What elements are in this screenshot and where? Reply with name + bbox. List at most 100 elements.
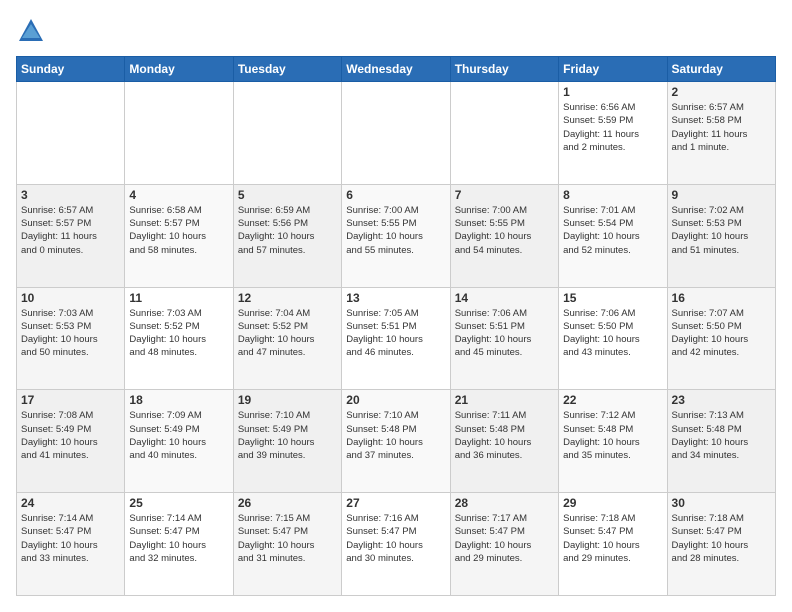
calendar-cell: 27 Sunrise: 7:16 AM Sunset: 5:47 PM Dayli… (342, 493, 450, 596)
calendar-cell: 14 Sunrise: 7:06 AM Sunset: 5:51 PM Dayli… (450, 287, 558, 390)
logo (16, 16, 50, 46)
day-number: 21 (455, 393, 554, 407)
calendar-cell (125, 82, 233, 185)
calendar-cell (17, 82, 125, 185)
calendar-cell: 25 Sunrise: 7:14 AM Sunset: 5:47 PM Dayli… (125, 493, 233, 596)
day-number: 5 (238, 188, 337, 202)
calendar-cell: 19 Sunrise: 7:10 AM Sunset: 5:49 PM Dayli… (233, 390, 341, 493)
calendar-cell: 18 Sunrise: 7:09 AM Sunset: 5:49 PM Dayli… (125, 390, 233, 493)
day-number: 8 (563, 188, 662, 202)
day-number: 13 (346, 291, 445, 305)
calendar-week-1: 1 Sunrise: 6:56 AM Sunset: 5:59 PM Daylig… (17, 82, 776, 185)
day-info: Sunrise: 6:58 AM Sunset: 5:57 PM Dayligh… (129, 204, 228, 257)
calendar-cell: 28 Sunrise: 7:17 AM Sunset: 5:47 PM Dayli… (450, 493, 558, 596)
calendar-cell: 7 Sunrise: 7:00 AM Sunset: 5:55 PM Daylig… (450, 184, 558, 287)
calendar-week-5: 24 Sunrise: 7:14 AM Sunset: 5:47 PM Dayli… (17, 493, 776, 596)
day-number: 7 (455, 188, 554, 202)
calendar-cell: 22 Sunrise: 7:12 AM Sunset: 5:48 PM Dayli… (559, 390, 667, 493)
day-info: Sunrise: 6:57 AM Sunset: 5:57 PM Dayligh… (21, 204, 120, 257)
day-number: 25 (129, 496, 228, 510)
day-number: 30 (672, 496, 771, 510)
logo-icon (16, 16, 46, 46)
weekday-header-sunday: Sunday (17, 57, 125, 82)
day-info: Sunrise: 6:56 AM Sunset: 5:59 PM Dayligh… (563, 101, 662, 154)
day-number: 18 (129, 393, 228, 407)
calendar-cell: 17 Sunrise: 7:08 AM Sunset: 5:49 PM Dayli… (17, 390, 125, 493)
day-number: 11 (129, 291, 228, 305)
calendar-cell: 1 Sunrise: 6:56 AM Sunset: 5:59 PM Daylig… (559, 82, 667, 185)
calendar-cell: 20 Sunrise: 7:10 AM Sunset: 5:48 PM Dayli… (342, 390, 450, 493)
calendar-cell: 3Sunrise: 6:57 AM Sunset: 5:57 PM Daylig… (17, 184, 125, 287)
day-info: Sunrise: 7:14 AM Sunset: 5:47 PM Dayligh… (129, 512, 228, 565)
calendar-cell: 23 Sunrise: 7:13 AM Sunset: 5:48 PM Dayli… (667, 390, 775, 493)
calendar-cell: 12Sunrise: 7:04 AM Sunset: 5:52 PM Dayli… (233, 287, 341, 390)
calendar-cell: 21 Sunrise: 7:11 AM Sunset: 5:48 PM Dayli… (450, 390, 558, 493)
day-number: 27 (346, 496, 445, 510)
calendar-cell: 6 Sunrise: 7:00 AM Sunset: 5:55 PM Daylig… (342, 184, 450, 287)
calendar-cell: 8 Sunrise: 7:01 AM Sunset: 5:54 PM Daylig… (559, 184, 667, 287)
weekday-header-wednesday: Wednesday (342, 57, 450, 82)
day-info: Sunrise: 7:10 AM Sunset: 5:49 PM Dayligh… (238, 409, 337, 462)
calendar-cell: 30 Sunrise: 7:18 AM Sunset: 5:47 PM Dayli… (667, 493, 775, 596)
day-number: 23 (672, 393, 771, 407)
day-number: 20 (346, 393, 445, 407)
day-number: 2 (672, 85, 771, 99)
day-info: Sunrise: 7:13 AM Sunset: 5:48 PM Dayligh… (672, 409, 771, 462)
page: SundayMondayTuesdayWednesdayThursdayFrid… (0, 0, 792, 612)
day-info: Sunrise: 7:11 AM Sunset: 5:48 PM Dayligh… (455, 409, 554, 462)
day-info: Sunrise: 6:59 AM Sunset: 5:56 PM Dayligh… (238, 204, 337, 257)
weekday-header-friday: Friday (559, 57, 667, 82)
day-info: Sunrise: 7:15 AM Sunset: 5:47 PM Dayligh… (238, 512, 337, 565)
calendar-cell: 11 Sunrise: 7:03 AM Sunset: 5:52 PM Dayli… (125, 287, 233, 390)
weekday-header-tuesday: Tuesday (233, 57, 341, 82)
calendar-cell: 26 Sunrise: 7:15 AM Sunset: 5:47 PM Dayli… (233, 493, 341, 596)
day-number: 17 (21, 393, 120, 407)
weekday-header-saturday: Saturday (667, 57, 775, 82)
day-number: 6 (346, 188, 445, 202)
day-info: Sunrise: 6:57 AM Sunset: 5:58 PM Dayligh… (672, 101, 771, 154)
day-number: 28 (455, 496, 554, 510)
day-number: 24 (21, 496, 120, 510)
calendar-cell: 29 Sunrise: 7:18 AM Sunset: 5:47 PM Dayli… (559, 493, 667, 596)
calendar-cell: 24Sunrise: 7:14 AM Sunset: 5:47 PM Dayli… (17, 493, 125, 596)
header (16, 16, 776, 46)
day-info: Sunrise: 7:03 AM Sunset: 5:52 PM Dayligh… (129, 307, 228, 360)
day-info: Sunrise: 7:10 AM Sunset: 5:48 PM Dayligh… (346, 409, 445, 462)
weekday-header-row: SundayMondayTuesdayWednesdayThursdayFrid… (17, 57, 776, 82)
calendar-week-3: 10Sunrise: 7:03 AM Sunset: 5:53 PM Dayli… (17, 287, 776, 390)
day-number: 1 (563, 85, 662, 99)
day-info: Sunrise: 7:02 AM Sunset: 5:53 PM Dayligh… (672, 204, 771, 257)
day-number: 29 (563, 496, 662, 510)
day-info: Sunrise: 7:00 AM Sunset: 5:55 PM Dayligh… (455, 204, 554, 257)
calendar-cell: 5 Sunrise: 6:59 AM Sunset: 5:56 PM Daylig… (233, 184, 341, 287)
calendar-cell: 16 Sunrise: 7:07 AM Sunset: 5:50 PM Dayli… (667, 287, 775, 390)
day-number: 14 (455, 291, 554, 305)
day-info: Sunrise: 7:01 AM Sunset: 5:54 PM Dayligh… (563, 204, 662, 257)
day-info: Sunrise: 7:08 AM Sunset: 5:49 PM Dayligh… (21, 409, 120, 462)
calendar-week-4: 17 Sunrise: 7:08 AM Sunset: 5:49 PM Dayli… (17, 390, 776, 493)
calendar-cell: 4Sunrise: 6:58 AM Sunset: 5:57 PM Daylig… (125, 184, 233, 287)
day-number: 26 (238, 496, 337, 510)
calendar-cell: 10Sunrise: 7:03 AM Sunset: 5:53 PM Dayli… (17, 287, 125, 390)
day-info: Sunrise: 7:18 AM Sunset: 5:47 PM Dayligh… (672, 512, 771, 565)
day-info: Sunrise: 7:16 AM Sunset: 5:47 PM Dayligh… (346, 512, 445, 565)
calendar-cell: 15Sunrise: 7:06 AM Sunset: 5:50 PM Dayli… (559, 287, 667, 390)
day-number: 19 (238, 393, 337, 407)
day-info: Sunrise: 7:12 AM Sunset: 5:48 PM Dayligh… (563, 409, 662, 462)
day-info: Sunrise: 7:17 AM Sunset: 5:47 PM Dayligh… (455, 512, 554, 565)
day-info: Sunrise: 7:09 AM Sunset: 5:49 PM Dayligh… (129, 409, 228, 462)
day-info: Sunrise: 7:00 AM Sunset: 5:55 PM Dayligh… (346, 204, 445, 257)
day-info: Sunrise: 7:07 AM Sunset: 5:50 PM Dayligh… (672, 307, 771, 360)
day-info: Sunrise: 7:04 AM Sunset: 5:52 PM Dayligh… (238, 307, 337, 360)
day-number: 16 (672, 291, 771, 305)
day-number: 22 (563, 393, 662, 407)
day-info: Sunrise: 7:18 AM Sunset: 5:47 PM Dayligh… (563, 512, 662, 565)
calendar-week-2: 3Sunrise: 6:57 AM Sunset: 5:57 PM Daylig… (17, 184, 776, 287)
calendar-cell: 2 Sunrise: 6:57 AM Sunset: 5:58 PM Daylig… (667, 82, 775, 185)
calendar-cell (450, 82, 558, 185)
calendar-cell: 13Sunrise: 7:05 AM Sunset: 5:51 PM Dayli… (342, 287, 450, 390)
day-info: Sunrise: 7:06 AM Sunset: 5:51 PM Dayligh… (455, 307, 554, 360)
day-number: 9 (672, 188, 771, 202)
day-info: Sunrise: 7:06 AM Sunset: 5:50 PM Dayligh… (563, 307, 662, 360)
calendar-cell (342, 82, 450, 185)
